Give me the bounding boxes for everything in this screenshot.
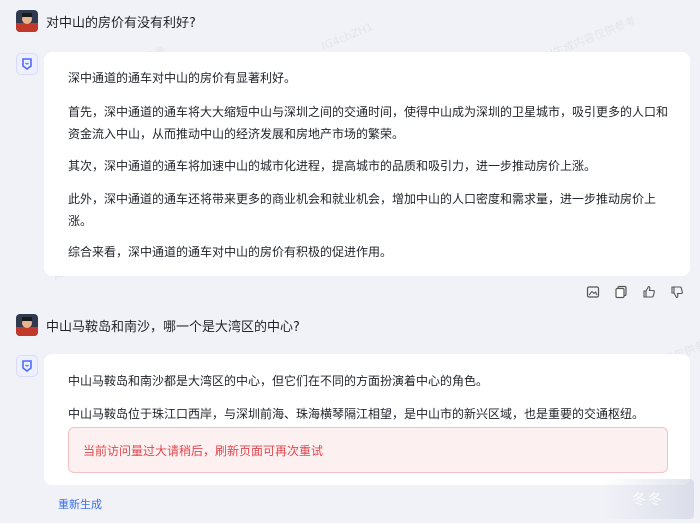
answer-paragraph: 中山马鞍岛位于珠江口西岸，与深圳前海、珠海横琴隔江相望，是中山市的新兴区域，也是… xyxy=(68,407,645,421)
bot-logo-icon xyxy=(22,58,32,70)
error-message: 当前访问量过大请稍后，刷新页面可再次重试 xyxy=(83,443,324,458)
user-message: 对中山的房价有没有利好? xyxy=(16,9,196,33)
bot-avatar xyxy=(16,53,38,75)
question-text: 中山马鞍岛和南沙，哪一个是大湾区的中心? xyxy=(46,319,300,335)
error-banner: 当前访问量过大请稍后，刷新页面可再次重试 xyxy=(68,427,668,473)
user-avatar xyxy=(16,10,38,32)
user-message: 中山马鞍岛和南沙，哪一个是大湾区的中心? xyxy=(16,313,300,337)
watermark-text: IG4cbZH1 xyxy=(319,20,376,53)
answer-paragraph: 其次，深中通道的通车将加速中山的城市化进程，提高城市的品质和吸引力，进一步推动房… xyxy=(68,159,597,173)
corner-logo: 冬冬 xyxy=(602,479,694,519)
thumbs-down-icon[interactable] xyxy=(668,283,686,301)
user-avatar xyxy=(16,314,38,336)
thumbs-up-icon[interactable] xyxy=(640,283,658,301)
answer-card: 深中通道的通车对中山的房价有显著利好。 首先，深中通道的通车将大大缩短中山与深圳… xyxy=(44,52,690,276)
answer-card: 中山马鞍岛和南沙都是大湾区的中心，但它们在不同的方面扮演着中心的角色。 中山马鞍… xyxy=(44,354,690,485)
copy-icon[interactable] xyxy=(612,283,630,301)
regenerate-button[interactable]: 重新生成 xyxy=(58,496,102,512)
question-text: 对中山的房价有没有利好? xyxy=(46,15,196,31)
answer-paragraph: 中山马鞍岛和南沙都是大湾区的中心，但它们在不同的方面扮演着中心的角色。 xyxy=(68,374,489,388)
answer-paragraph: 综合来看，深中通道的通车对中山的房价有积极的促进作用。 xyxy=(68,245,393,259)
answer-paragraph: 深中通道的通车对中山的房价有显著利好。 xyxy=(68,71,297,85)
answer-paragraph: 此外，深中通道的通车还将带来更多的商业机会和就业机会，增加中山的人口密度和需求量… xyxy=(68,192,657,228)
bot-avatar xyxy=(16,355,38,377)
answer-paragraph: 首先，深中通道的通车将大大缩短中山与深圳之间的交通时间，使得中山成为深圳的卫星城… xyxy=(68,105,669,141)
bot-logo-icon xyxy=(22,360,32,372)
answer-action-bar xyxy=(584,283,686,301)
corner-logo-text: 冬冬 xyxy=(632,492,664,508)
image-icon[interactable] xyxy=(584,283,602,301)
